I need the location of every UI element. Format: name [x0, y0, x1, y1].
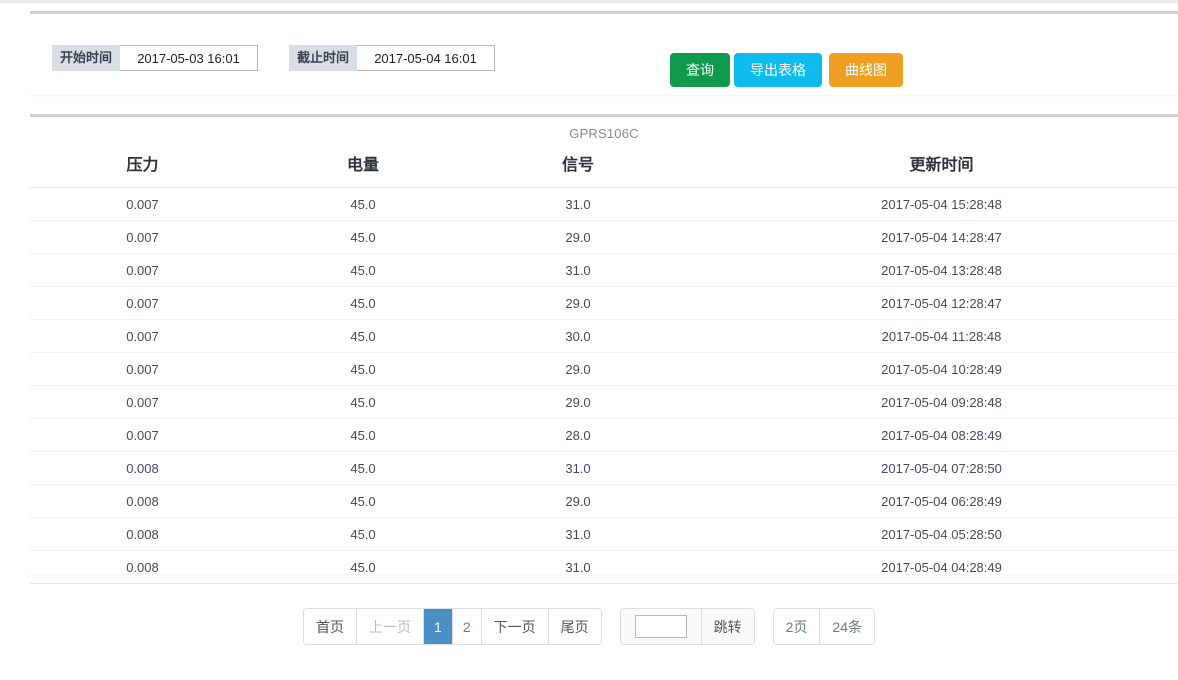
- last-page-button[interactable]: 尾页: [548, 609, 601, 644]
- end-time-field-group: 截止时间: [289, 45, 496, 71]
- summary-group: 2页 24条: [772, 608, 875, 645]
- cell-signal: 31.0: [471, 253, 685, 287]
- cell-signal: 31.0: [471, 517, 685, 551]
- cell-signal: 28.0: [471, 418, 685, 452]
- cell-battery: 45.0: [255, 187, 471, 221]
- cell-pressure: 0.007: [30, 418, 255, 452]
- cell-update-time: 2017-05-04 09:28:48: [685, 385, 1178, 419]
- cell-signal: 29.0: [471, 385, 685, 419]
- cell-pressure: 0.007: [30, 253, 255, 287]
- start-time-input[interactable]: [120, 45, 259, 71]
- end-time-input[interactable]: [357, 45, 496, 71]
- cell-pressure: 0.008: [30, 451, 255, 485]
- device-title: GPRS106C: [569, 126, 639, 141]
- cell-battery: 45.0: [255, 418, 471, 452]
- cell-update-time: 2017-05-04 06:28:49: [685, 484, 1178, 518]
- page-number-1[interactable]: 1: [424, 609, 453, 644]
- cell-pressure: 0.007: [30, 286, 255, 320]
- jump-input-wrap: [620, 609, 702, 644]
- cell-pressure: 0.008: [30, 550, 255, 584]
- table-row: 0.008 45.0 31.0 2017-05-04 04:28:49: [30, 550, 1178, 584]
- table-row: 0.007 45.0 31.0 2017-05-04 15:28:48: [30, 187, 1178, 221]
- query-button[interactable]: 查询: [670, 53, 730, 87]
- page-nav-group: 首页 上一页 1 2 下一页 尾页: [303, 608, 602, 645]
- cell-signal: 31.0: [471, 550, 685, 584]
- total-pages-label: 2页: [773, 609, 821, 644]
- cell-battery: 45.0: [255, 550, 471, 584]
- table-row: 0.008 45.0 29.0 2017-05-04 06:28:49: [30, 484, 1178, 518]
- top-strip: [0, 0, 1178, 3]
- cell-signal: 31.0: [471, 451, 685, 485]
- cell-battery: 45.0: [255, 352, 471, 386]
- measurements-table: 压力 电量 信号 更新时间 0.007 45.0 31.0 2017-05-04 15…: [30, 145, 1178, 584]
- cell-battery: 45.0: [255, 319, 471, 353]
- jump-button[interactable]: 跳转: [701, 609, 754, 644]
- cell-pressure: 0.007: [30, 319, 255, 353]
- column-header-signal: 信号: [471, 145, 685, 188]
- table-row: 0.007 45.0 29.0 2017-05-04 10:28:49: [30, 352, 1178, 386]
- cell-update-time: 2017-05-04 15:28:48: [685, 187, 1178, 221]
- jump-page-input[interactable]: [634, 615, 687, 638]
- jump-group: 跳转: [619, 608, 755, 645]
- prev-page-button[interactable]: 上一页: [357, 609, 425, 644]
- pagination: 首页 上一页 1 2 下一页 尾页 跳转 2页 24条: [0, 608, 1178, 645]
- cell-pressure: 0.008: [30, 517, 255, 551]
- cell-update-time: 2017-05-04 11:28:48: [685, 319, 1178, 353]
- cell-signal: 29.0: [471, 286, 685, 320]
- cell-pressure: 0.008: [30, 484, 255, 518]
- cell-battery: 45.0: [255, 253, 471, 287]
- table-body: 0.007 45.0 31.0 2017-05-04 15:28:48 0.007 45.…: [30, 187, 1178, 584]
- cell-update-time: 2017-05-04 08:28:49: [685, 418, 1178, 452]
- cell-update-time: 2017-05-04 13:28:48: [685, 253, 1178, 287]
- data-table-panel: GPRS106C 压力 电量 信号 更新时间 0.007 45.0 31.0 2017…: [30, 114, 1178, 584]
- start-time-field-group: 开始时间: [52, 45, 259, 71]
- end-time-label: 截止时间: [289, 45, 358, 71]
- cell-update-time: 2017-05-04 07:28:50: [685, 451, 1178, 485]
- cell-signal: 31.0: [471, 187, 685, 221]
- total-records-label: 24条: [820, 609, 874, 644]
- cell-battery: 45.0: [255, 484, 471, 518]
- table-row: 0.007 45.0 28.0 2017-05-04 08:28:49: [30, 418, 1178, 452]
- toolbar-inner: 开始时间 截止时间 查询 导出表格 曲线图: [30, 14, 1178, 95]
- table-header-row: 压力 电量 信号 更新时间: [30, 145, 1178, 188]
- cell-signal: 29.0: [471, 484, 685, 518]
- cell-battery: 45.0: [255, 517, 471, 551]
- cell-battery: 45.0: [255, 286, 471, 320]
- next-page-button[interactable]: 下一页: [481, 609, 549, 644]
- page-root: 开始时间 截止时间 查询 导出表格 曲线图 GPRS106C 压力 电量 信: [0, 0, 1178, 680]
- cell-update-time: 2017-05-04 05:28:50: [685, 517, 1178, 551]
- filter-toolbar-panel: 开始时间 截止时间 查询 导出表格 曲线图: [30, 11, 1178, 95]
- cell-battery: 45.0: [255, 385, 471, 419]
- column-header-update-time: 更新时间: [685, 145, 1178, 188]
- table-row: 0.007 45.0 29.0 2017-05-04 09:28:48: [30, 385, 1178, 419]
- table-row: 0.008 45.0 31.0 2017-05-04 05:28:50: [30, 517, 1178, 551]
- table-row: 0.007 45.0 29.0 2017-05-04 12:28:47: [30, 286, 1178, 320]
- curve-chart-button[interactable]: 曲线图: [829, 53, 903, 87]
- column-header-battery: 电量: [255, 145, 471, 188]
- cell-pressure: 0.007: [30, 187, 255, 221]
- cell-battery: 45.0: [255, 220, 471, 254]
- cell-signal: 29.0: [471, 352, 685, 386]
- column-header-pressure: 压力: [30, 145, 255, 188]
- cell-signal: 29.0: [471, 220, 685, 254]
- cell-update-time: 2017-05-04 10:28:49: [685, 352, 1178, 386]
- first-page-button[interactable]: 首页: [304, 609, 358, 644]
- cell-update-time: 2017-05-04 04:28:49: [685, 550, 1178, 584]
- cell-pressure: 0.007: [30, 220, 255, 254]
- page-number-2[interactable]: 2: [452, 609, 482, 644]
- table-row: 0.007 45.0 30.0 2017-05-04 11:28:48: [30, 319, 1178, 353]
- export-table-button[interactable]: 导出表格: [734, 53, 822, 87]
- table-row: 0.007 45.0 29.0 2017-05-04 14:28:47: [30, 220, 1178, 254]
- start-time-label: 开始时间: [52, 45, 121, 71]
- cell-battery: 45.0: [255, 451, 471, 485]
- table-row: 0.007 45.0 31.0 2017-05-04 13:28:48: [30, 253, 1178, 287]
- cell-pressure: 0.007: [30, 352, 255, 386]
- table-head: 压力 电量 信号 更新时间: [30, 145, 1178, 188]
- cell-update-time: 2017-05-04 14:28:47: [685, 220, 1178, 254]
- table-row: 0.008 45.0 31.0 2017-05-04 07:28:50: [30, 451, 1178, 485]
- cell-signal: 30.0: [471, 319, 685, 353]
- cell-pressure: 0.007: [30, 385, 255, 419]
- cell-update-time: 2017-05-04 12:28:47: [685, 286, 1178, 320]
